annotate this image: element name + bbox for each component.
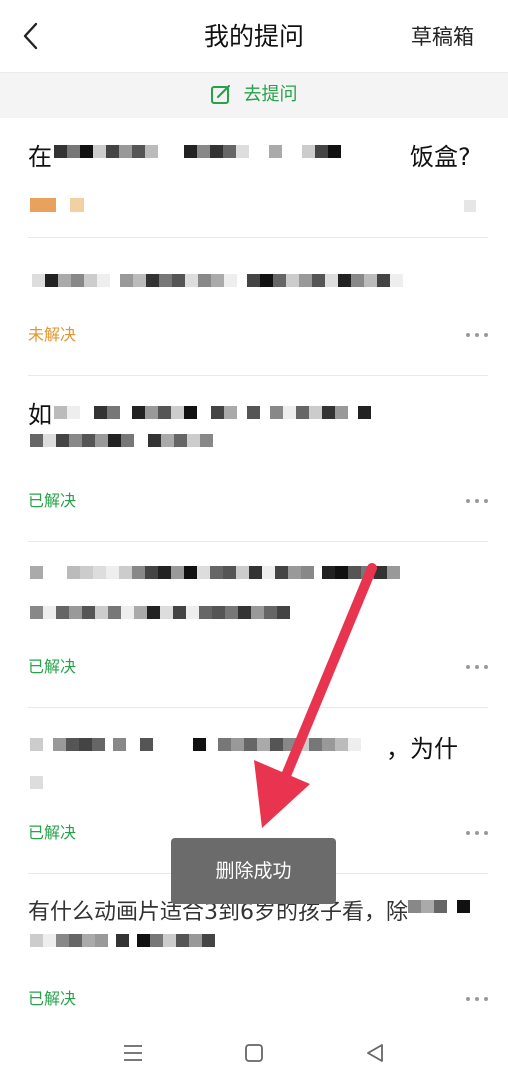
question-text-redacted bbox=[30, 776, 50, 800]
question-item[interactable]: 已解决 bbox=[28, 542, 488, 708]
status-badge: 已解决 bbox=[28, 491, 77, 510]
question-tags bbox=[30, 198, 98, 217]
question-text-redacted bbox=[30, 738, 390, 762]
question-text-start: 如 bbox=[28, 401, 52, 429]
menu-lines-icon[interactable] bbox=[118, 1038, 148, 1068]
question-text-redacted bbox=[30, 566, 460, 590]
question-text-redacted bbox=[30, 434, 250, 458]
header: 我的提问 草稿箱 bbox=[0, 0, 508, 72]
status-badge: 未解决 bbox=[28, 325, 77, 344]
question-text-redacted bbox=[30, 606, 300, 630]
system-nav-bar bbox=[0, 1028, 508, 1080]
question-text-redacted bbox=[54, 406, 484, 430]
toast-message: 删除成功 bbox=[171, 838, 336, 904]
ask-question-label: 去提问 bbox=[243, 84, 298, 105]
status-badge: 已解决 bbox=[28, 657, 77, 676]
question-item[interactable]: 在 饭盒? bbox=[28, 118, 488, 238]
question-item[interactable]: 如 已解决 bbox=[28, 376, 488, 542]
ask-question-button[interactable]: 去提问 bbox=[0, 81, 508, 111]
triangle-back-icon[interactable] bbox=[360, 1038, 390, 1068]
more-dots-icon[interactable] bbox=[466, 828, 488, 838]
square-icon[interactable] bbox=[239, 1038, 269, 1068]
status-badge: 已解决 bbox=[28, 989, 77, 1008]
question-item[interactable]: 未解决 bbox=[28, 238, 488, 376]
more-dots-icon[interactable] bbox=[466, 662, 488, 672]
question-text-redacted bbox=[32, 274, 472, 298]
question-text-end: ，为什 bbox=[386, 735, 458, 763]
redacted-mark bbox=[464, 200, 476, 212]
question-text-redacted bbox=[408, 900, 488, 924]
question-text-start: 在 bbox=[28, 143, 52, 171]
edit-icon bbox=[211, 84, 231, 104]
question-text-end: 饭盒? bbox=[410, 143, 471, 171]
more-dots-icon[interactable] bbox=[466, 330, 488, 340]
drafts-button[interactable]: 草稿箱 bbox=[411, 22, 474, 52]
question-text-redacted bbox=[30, 934, 250, 958]
status-badge: 已解决 bbox=[28, 823, 77, 842]
more-dots-icon[interactable] bbox=[466, 496, 488, 506]
more-dots-icon[interactable] bbox=[466, 994, 488, 1004]
question-text-redacted bbox=[54, 145, 414, 169]
ask-question-bar[interactable]: 去提问 bbox=[0, 72, 508, 118]
